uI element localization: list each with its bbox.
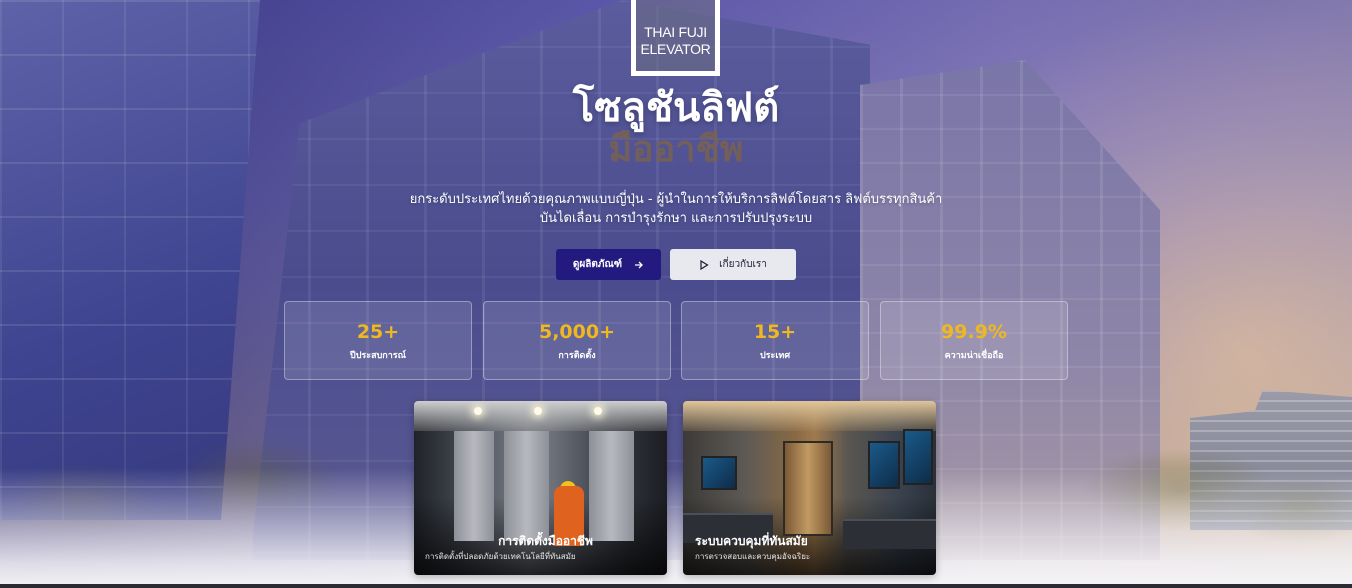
about-us-button[interactable]: เกี่ยวกับเรา — [670, 249, 796, 280]
brand-logo[interactable]: THAI FUJI ELEVATOR — [631, 0, 720, 76]
play-icon — [699, 259, 709, 270]
view-products-button[interactable]: ดูผลิตภัณฑ์ — [556, 249, 661, 280]
ceiling-light — [534, 407, 542, 415]
stat-label: ประเทศ — [759, 350, 791, 361]
hero-subtitle-line2: บันไดเลื่อน การบำรุงรักษา และการปรับปรุง… — [539, 211, 813, 226]
stat-card-installations: 5,000+ การติดตั้ง — [483, 301, 671, 380]
stat-value: 25+ — [356, 320, 400, 343]
hero-title-line1: โซลูชันลิฟต์ — [572, 85, 780, 131]
card-description: การตรวจสอบและควบคุมอัจฉริยะ — [695, 552, 811, 561]
monitor-screen — [868, 441, 900, 489]
bottom-fade — [0, 468, 1352, 588]
card-description: การติดตั้งที่ปลอดภัยด้วยเทคโนโลยีที่ทันส… — [425, 552, 576, 561]
monitor-screen — [701, 456, 737, 490]
hero-title-line2: มืออาชีพ — [608, 129, 744, 170]
card-title: ระบบควบคุมที่ทันสมัย — [695, 534, 808, 548]
stat-label: ความน่าเชื่อถือ — [944, 350, 1004, 361]
stat-card-experience: 25+ ปีประสบการณ์ — [284, 301, 472, 380]
feature-card-control[interactable]: ระบบควบคุมที่ทันสมัย การตรวจสอบและควบคุม… — [683, 401, 936, 575]
hero-title: โซลูชันลิฟต์ มืออาชีพ — [0, 84, 1352, 172]
stat-value: 99.9% — [941, 320, 1007, 343]
elevator-wall-panel — [454, 431, 494, 541]
stat-card-countries: 15+ ประเทศ — [681, 301, 869, 380]
hero-subtitle: ยกระดับประเทศไทยด้วยคุณภาพแบบญี่ปุ่น - ผ… — [376, 190, 976, 228]
stat-value: 5,000+ — [538, 320, 616, 343]
logo-line2: ELEVATOR — [640, 40, 711, 57]
elevator-door — [783, 441, 833, 536]
elevator-door-left — [504, 431, 549, 541]
bottom-edge — [0, 584, 1352, 588]
view-products-label: ดูผลิตภัณฑ์ — [572, 259, 623, 270]
about-us-label: เกี่ยวกับเรา — [719, 259, 767, 270]
stat-label: ปีประสบการณ์ — [350, 350, 406, 361]
ceiling-light — [594, 407, 602, 415]
control-room-ceiling — [683, 401, 936, 431]
stat-value: 15+ — [753, 320, 797, 343]
stat-label: การติดตั้ง — [558, 350, 596, 361]
elevator-ceiling — [414, 401, 667, 431]
logo-line1: THAI FUJI — [644, 23, 707, 40]
feature-card-installation[interactable]: การติดตั้งมืออาชีพ การติดตั้งที่ปลอดภัยด… — [414, 401, 667, 575]
monitor-screen — [903, 429, 933, 485]
elevator-door-right — [589, 431, 634, 541]
hero-subtitle-line1: ยกระดับประเทศไทยด้วยคุณภาพแบบญี่ปุ่น - ผ… — [409, 192, 943, 207]
ceiling-light — [474, 407, 482, 415]
arrow-right-icon — [634, 260, 644, 270]
stat-card-reliability: 99.9% ความน่าเชื่อถือ — [880, 301, 1068, 380]
card-title: การติดตั้งมืออาชีพ — [498, 534, 593, 548]
